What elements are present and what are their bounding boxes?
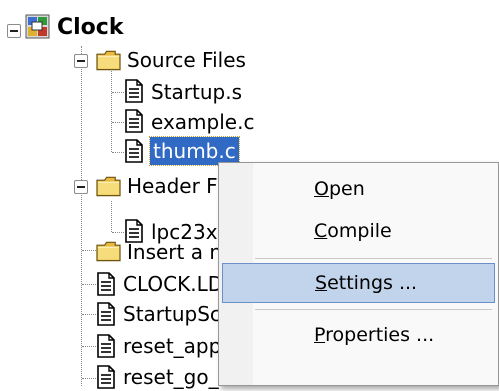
document-icon [124, 79, 144, 103]
menu-item-compile[interactable]: Compile [222, 211, 495, 251]
tree-connector [112, 92, 124, 93]
document-icon [96, 272, 116, 296]
menu-item-settings[interactable]: Settings ... [222, 263, 495, 303]
project-icon [25, 14, 50, 39]
menu-item-open[interactable]: Open [222, 169, 495, 209]
menu-item-label: Open [314, 178, 365, 200]
collapse-icon[interactable] [74, 54, 88, 68]
project-root-label[interactable]: Clock [54, 14, 126, 42]
context-menu: Open Compile Settings ... Properties ... [218, 162, 499, 386]
menu-separator [255, 258, 492, 259]
document-icon [96, 334, 116, 358]
menu-item-properties[interactable]: Properties ... [222, 315, 495, 355]
tree-connector [112, 152, 124, 153]
folder-icon [96, 175, 121, 197]
tree-connector [81, 46, 82, 386]
tree-file-startup-s[interactable]: Startup.s [148, 78, 245, 106]
collapse-icon[interactable] [7, 24, 21, 38]
document-icon [124, 109, 144, 133]
tree-connector [111, 201, 112, 232]
document-icon [96, 302, 116, 326]
tree-file-clock-ld[interactable]: CLOCK.LD [120, 270, 226, 298]
tree-connector [112, 122, 124, 123]
document-icon [96, 365, 116, 389]
tree-connector [112, 232, 124, 233]
tree-group-source-files[interactable]: Source Files [124, 46, 249, 74]
tree-connector [111, 60, 112, 152]
menu-item-label: Properties ... [314, 324, 435, 346]
collapse-icon[interactable] [74, 180, 88, 194]
menu-separator [255, 309, 492, 310]
tree-file-thumb-c[interactable]: thumb.c [149, 136, 240, 166]
folder-icon [96, 240, 121, 262]
menu-item-label: Settings ... [315, 272, 418, 294]
tree-file-example-c[interactable]: example.c [148, 108, 257, 136]
folder-icon [96, 49, 121, 71]
document-icon [124, 139, 144, 163]
menu-item-label: Compile [314, 220, 392, 242]
